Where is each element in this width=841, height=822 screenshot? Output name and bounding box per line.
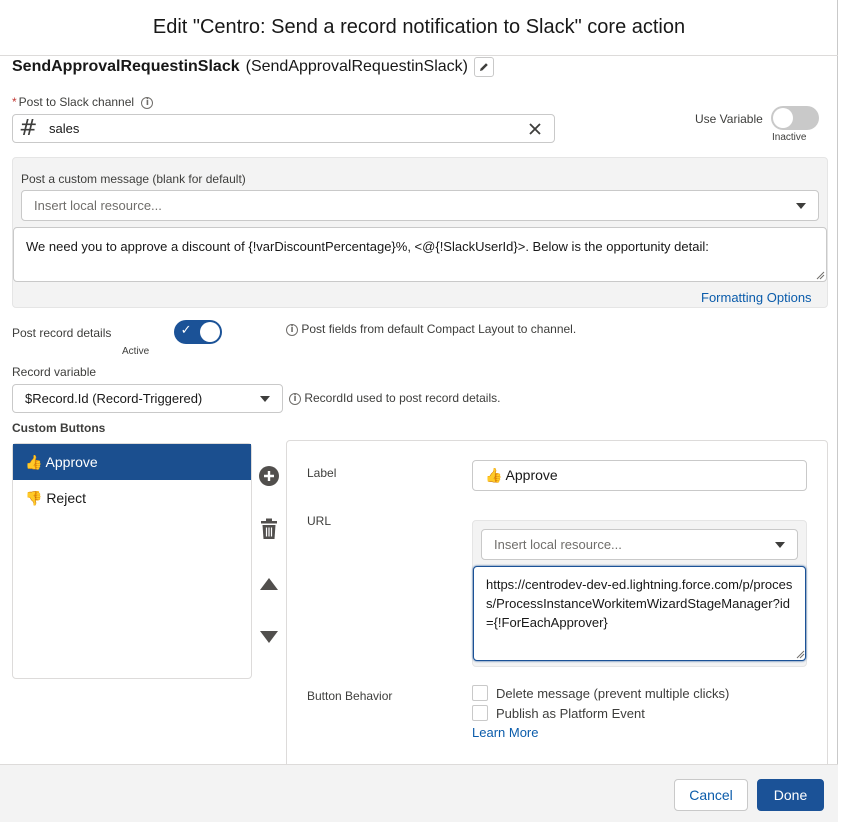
message-textarea[interactable]: We need you to approve a discount of {!v… xyxy=(13,227,827,282)
custom-buttons-heading: Custom Buttons xyxy=(12,421,106,435)
record-variable-help-text: RecordId used to post record details. xyxy=(304,391,501,405)
behavior-option-publish[interactable]: Publish as Platform Event xyxy=(472,705,645,721)
edit-label-button[interactable] xyxy=(473,57,494,77)
button-list-item-reject[interactable]: 👎 Reject xyxy=(13,480,251,516)
record-details-help-text: Post fields from default Compact Layout … xyxy=(301,322,577,336)
hashtag-icon: # xyxy=(19,116,38,141)
custom-message-label: Post a custom message (blank for default… xyxy=(21,172,246,186)
message-resource-placeholder: Insert local resource... xyxy=(34,198,162,213)
message-resource-combobox[interactable]: Insert local resource... xyxy=(21,190,819,221)
channel-label: * Post to Slack channel i xyxy=(12,95,154,109)
channel-label-text: Post to Slack channel xyxy=(18,95,135,109)
use-variable-label: Use Variable xyxy=(695,112,763,126)
required-marker: * xyxy=(12,95,17,109)
record-details-help: i Post fields from default Compact Layou… xyxy=(286,322,576,336)
channel-input[interactable]: # sales xyxy=(12,114,555,143)
use-variable-state: Inactive xyxy=(772,132,807,143)
modal-footer: Cancel Done xyxy=(0,764,838,822)
button-label-label: Label xyxy=(307,466,337,480)
url-resource-placeholder: Insert local resource... xyxy=(494,537,622,552)
url-label: URL xyxy=(307,514,332,528)
toggle-knob xyxy=(199,322,220,342)
button-behavior-label: Button Behavior xyxy=(307,689,393,703)
formatting-options-link[interactable]: Formatting Options xyxy=(701,290,812,305)
action-title: SendApprovalRequestinSlack (SendApproval… xyxy=(12,57,494,77)
info-icon: i xyxy=(289,392,301,405)
check-icon: ✓ xyxy=(180,323,192,338)
channel-value: sales xyxy=(49,121,80,136)
record-variable-value: $Record.Id (Record-Triggered) xyxy=(25,391,203,406)
record-details-toggle[interactable]: ✓ xyxy=(173,320,222,344)
record-details-state: Active xyxy=(122,346,150,357)
publish-event-text: Publish as Platform Event xyxy=(496,705,645,721)
done-button[interactable]: Done xyxy=(757,779,824,811)
button-label-input[interactable]: 👍 Approve xyxy=(472,460,807,491)
record-variable-select[interactable]: $Record.Id (Record-Triggered) xyxy=(12,384,283,413)
record-variable-label: Record variable xyxy=(12,365,97,379)
chevron-down-icon xyxy=(796,202,806,209)
behavior-option-delete[interactable]: Delete message (prevent multiple clicks) xyxy=(472,685,729,701)
cancel-button[interactable]: Cancel xyxy=(674,779,748,811)
chevron-down-icon xyxy=(260,395,270,402)
chevron-down-icon xyxy=(775,541,785,548)
info-icon[interactable]: i xyxy=(141,96,154,109)
pencil-icon xyxy=(479,63,488,71)
use-variable-toggle[interactable] xyxy=(771,106,819,130)
url-value: https://centrodev-dev-ed.lightning.force… xyxy=(486,577,793,630)
clear-icon[interactable] xyxy=(528,122,542,136)
resize-handle-icon[interactable] xyxy=(796,650,805,659)
modal-header: Edit "Centro: Send a record notification… xyxy=(0,0,838,56)
url-textarea[interactable]: https://centrodev-dev-ed.lightning.force… xyxy=(473,566,806,661)
info-icon: i xyxy=(286,323,298,336)
learn-more-link[interactable]: Learn More xyxy=(472,725,538,740)
custom-buttons-list: 👍 Approve 👎 Reject xyxy=(12,443,252,679)
button-list-item-approve[interactable]: 👍 Approve xyxy=(13,444,251,480)
action-name: SendApprovalRequestinSlack xyxy=(12,58,240,75)
delete-icon[interactable] xyxy=(259,518,279,540)
message-text: We need you to approve a discount of {!v… xyxy=(26,239,709,254)
url-resource-combobox[interactable]: Insert local resource... xyxy=(481,529,798,560)
action-api-name: (SendApprovalRequestinSlack) xyxy=(245,58,468,75)
move-up-icon[interactable] xyxy=(259,577,279,591)
edit-action-modal: Edit "Centro: Send a record notification… xyxy=(0,0,838,822)
publish-event-checkbox[interactable] xyxy=(472,705,488,721)
resize-handle-icon[interactable] xyxy=(816,271,825,280)
delete-message-checkbox[interactable] xyxy=(472,685,488,701)
add-button-icon[interactable] xyxy=(258,465,280,487)
delete-message-text: Delete message (prevent multiple clicks) xyxy=(496,685,730,701)
move-down-icon[interactable] xyxy=(259,630,279,644)
toggle-knob xyxy=(773,108,793,128)
record-details-label: Post record details xyxy=(12,326,112,340)
button-label-value: 👍 Approve xyxy=(485,467,558,483)
record-variable-help: i RecordId used to post record details. xyxy=(289,391,500,405)
modal-title: Edit "Centro: Send a record notification… xyxy=(152,16,686,38)
